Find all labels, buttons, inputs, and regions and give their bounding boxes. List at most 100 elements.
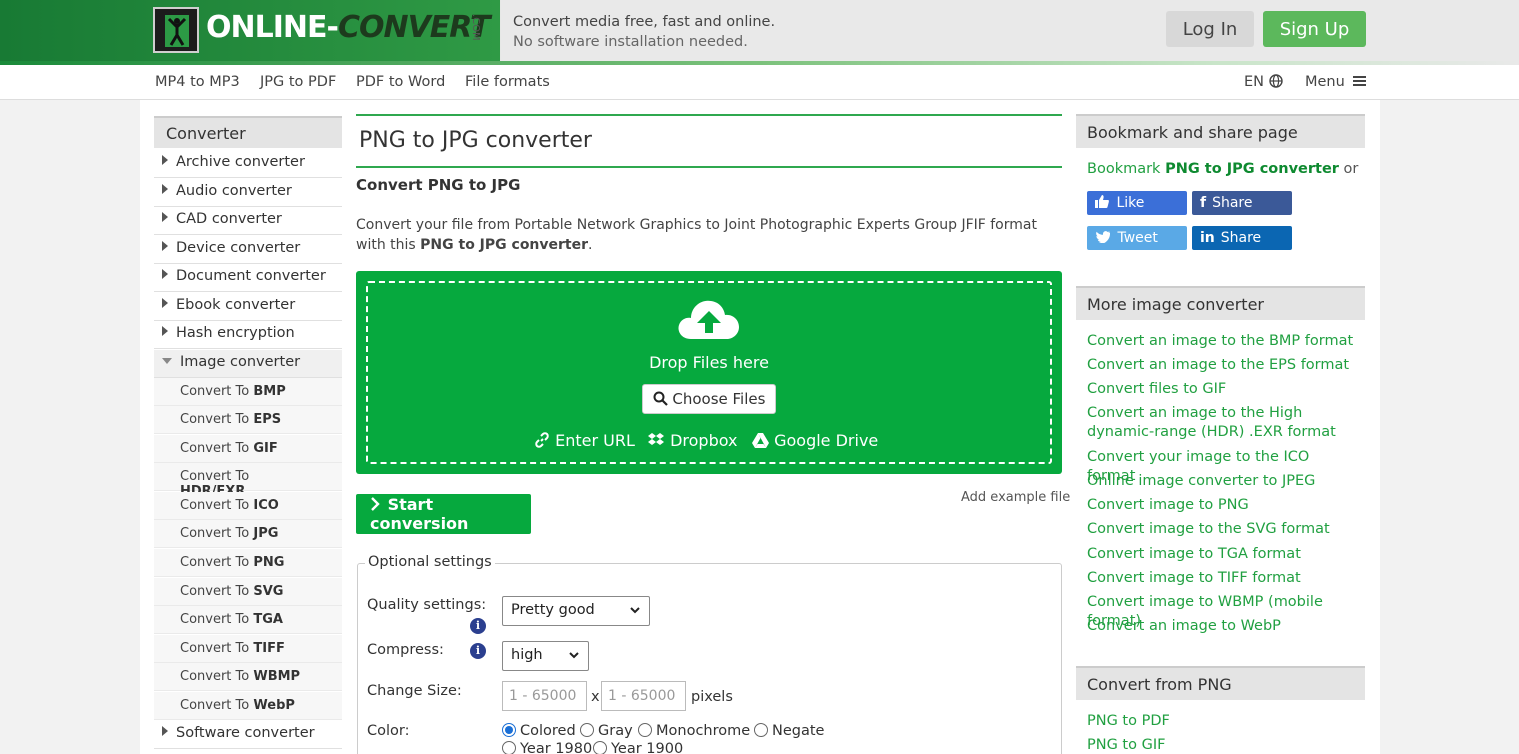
sub-format: GIF (253, 441, 278, 456)
sidebar-item-image[interactable]: Image converter (154, 350, 342, 378)
choose-files-button[interactable]: Choose Files (642, 384, 776, 414)
sidebar-sub-jpg[interactable]: Convert To JPG (154, 520, 342, 548)
sidebar-sub-tiff[interactable]: Convert To TIFF (154, 635, 342, 663)
nav-pdf-to-word[interactable]: PDF to Word (356, 74, 445, 90)
sidebar-item-archive[interactable]: Archive converter (154, 150, 342, 178)
info-icon[interactable]: i (470, 643, 486, 659)
caret-right-icon (162, 155, 168, 165)
sidebar-item-ebook[interactable]: Ebook converter (154, 293, 342, 321)
from-link-png-to-gif[interactable]: PNG to GIF (1087, 736, 1357, 754)
page-subtitle: Convert PNG to JPG (356, 176, 521, 194)
radio-label: Colored (520, 723, 576, 739)
add-example-file-link[interactable]: Add example file (961, 490, 1070, 505)
sidebar-item-label: Ebook converter (176, 297, 296, 313)
nav-mp4-to-mp3[interactable]: MP4 to MP3 (155, 74, 240, 90)
radio-label: Negate (772, 723, 825, 739)
dropbox-button[interactable]: Dropbox (648, 431, 738, 450)
nav-jpg-to-pdf[interactable]: JPG to PDF (260, 74, 336, 90)
chevron-down-icon (630, 607, 640, 614)
sidebar-sub-wbmp[interactable]: Convert To WBMP (154, 663, 342, 691)
sub-prefix: Convert To (180, 526, 250, 541)
sidebar-item-document[interactable]: Document converter (154, 264, 342, 292)
info-icon[interactable]: i (470, 618, 486, 634)
linkedin-share-button[interactable]: in Share (1192, 226, 1292, 250)
sidebar-item-hash[interactable]: Hash encryption (154, 321, 342, 349)
more-link-png[interactable]: Convert image to PNG (1087, 496, 1357, 515)
google-drive-button[interactable]: Google Drive (752, 431, 878, 450)
sub-prefix: Convert To (180, 612, 250, 627)
sub-format: SVG (253, 584, 284, 599)
color-radio-colored[interactable]: Colored (502, 723, 576, 739)
sidebar-sub-bmp[interactable]: Convert To BMP (154, 378, 342, 406)
compress-select[interactable]: high (502, 641, 589, 671)
more-image-converter-heading: More image converter (1076, 286, 1365, 320)
dropbox-icon (648, 433, 664, 445)
quality-select[interactable]: Pretty good (502, 596, 650, 626)
bookmark-or: or (1343, 161, 1359, 177)
sidebar-sub-webp[interactable]: Convert To WebP (154, 692, 342, 720)
height-input[interactable]: 1 - 65000 (601, 681, 686, 711)
sidebar-sub-gif[interactable]: Convert To GIF (154, 435, 342, 463)
choose-files-label: Choose Files (672, 390, 766, 408)
google-drive-icon (752, 433, 769, 448)
sub-prefix: Convert To (180, 641, 250, 656)
language-selector[interactable]: EN (1244, 74, 1283, 90)
sub-format: TIFF (253, 641, 285, 656)
tweet-button[interactable]: Tweet (1087, 226, 1187, 250)
from-link-png-to-pdf[interactable]: PNG to PDF (1087, 712, 1357, 731)
sidebar-sub-eps[interactable]: Convert To EPS (154, 406, 342, 434)
bookmark-link[interactable]: Bookmark PNG to JPG converter (1087, 161, 1339, 177)
hamburger-icon (1353, 76, 1367, 86)
sidebar-sub-svg[interactable]: Convert To SVG (154, 578, 342, 606)
sidebar-sub-hdr[interactable]: Convert To HDR/EXR (154, 463, 342, 499)
more-link-jpeg[interactable]: Online image converter to JPEG (1087, 472, 1357, 491)
enter-url-button[interactable]: Enter URL (534, 431, 635, 450)
radio-label: Year 1980 (520, 741, 593, 754)
width-input[interactable]: 1 - 65000 (502, 681, 587, 711)
more-link-svg[interactable]: Convert image to the SVG format (1087, 520, 1357, 539)
facebook-share-button[interactable]: f Share (1192, 191, 1292, 215)
facebook-like-button[interactable]: Like (1087, 191, 1187, 215)
color-radio-gray[interactable]: Gray (580, 723, 633, 739)
change-size-label: Change Size: (367, 683, 462, 699)
sidebar-sub-tga[interactable]: Convert To TGA (154, 606, 342, 634)
top-nav: MP4 to MP3 JPG to PDF PDF to Word File f… (0, 65, 1519, 100)
sidebar-item-software[interactable]: Software converter (154, 721, 342, 749)
radio-selected (502, 723, 516, 737)
color-radio-monochrome[interactable]: Monochrome (638, 723, 750, 739)
logo-wordmark[interactable]: ONLINE-CONVERT (206, 10, 491, 45)
more-link-eps[interactable]: Convert an image to the EPS format (1087, 356, 1357, 375)
sidebar-sub-ico[interactable]: Convert To ICO (154, 492, 342, 520)
color-radio-year-1980[interactable]: Year 1980 (502, 741, 592, 754)
menu-toggle[interactable]: Menu (1305, 74, 1367, 90)
quality-label: Quality settings: (367, 597, 487, 613)
more-link-bmp[interactable]: Convert an image to the BMP format (1087, 332, 1357, 351)
color-radio-year-1900[interactable]: Year 1900 (593, 741, 683, 754)
more-link-webp[interactable]: Convert an image to WebP (1087, 617, 1357, 636)
nav-file-formats[interactable]: File formats (465, 74, 550, 90)
compress-value: high (511, 647, 543, 663)
more-link-tiff[interactable]: Convert image to TIFF format (1087, 569, 1357, 588)
sidebar-sub-png[interactable]: Convert To PNG (154, 549, 342, 577)
title-rule-bottom (356, 166, 1062, 168)
signup-button[interactable]: Sign Up (1263, 11, 1366, 47)
color-radio-negate[interactable]: Negate (754, 723, 824, 739)
like-label: Like (1116, 195, 1145, 211)
more-link-gif[interactable]: Convert files to GIF (1087, 380, 1357, 399)
description-end: . (588, 237, 593, 253)
more-link-tga[interactable]: Convert image to TGA format (1087, 545, 1357, 564)
radio-unselected (593, 741, 607, 754)
globe-icon (1268, 74, 1283, 88)
sub-prefix: Convert To (180, 384, 250, 399)
login-button[interactable]: Log In (1166, 11, 1254, 47)
sidebar-item-audio[interactable]: Audio converter (154, 179, 342, 207)
start-conversion-label: Start conversion (370, 495, 469, 533)
sidebar-item-label: Device converter (176, 240, 301, 256)
sidebar-item-cad[interactable]: CAD converter (154, 207, 342, 235)
more-link-hdr[interactable]: Convert an image to the High dynamic-ran… (1087, 404, 1357, 442)
color-label: Color: (367, 723, 410, 739)
language-label: EN (1244, 74, 1265, 90)
sidebar-item-device[interactable]: Device converter (154, 236, 342, 264)
logo-icon[interactable] (153, 7, 199, 53)
start-conversion-button[interactable]: Start conversion (356, 494, 531, 534)
